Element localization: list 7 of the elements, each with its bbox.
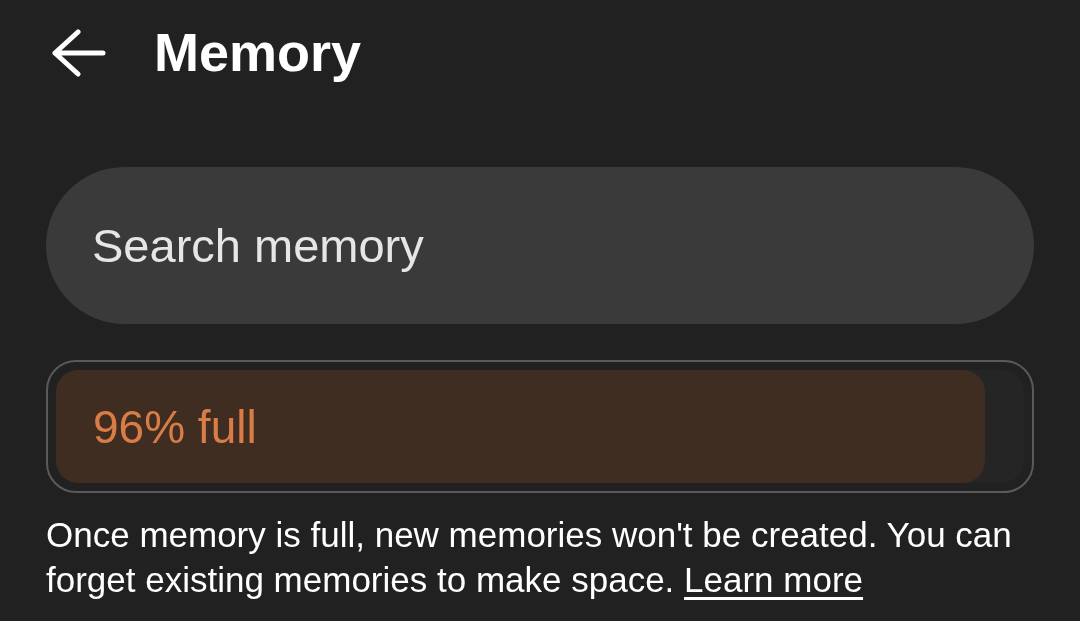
search-field[interactable]: Search memory: [46, 167, 1034, 324]
arrow-left-icon: [52, 29, 106, 77]
learn-more-link[interactable]: Learn more: [684, 560, 864, 599]
back-button[interactable]: [52, 29, 106, 77]
usage-label: 96% full: [93, 399, 257, 454]
memory-note: Once memory is full, new memories won't be created. You can forget existing memories to make space. Learn more: [46, 514, 1013, 601]
page-title: Memory: [154, 20, 362, 84]
